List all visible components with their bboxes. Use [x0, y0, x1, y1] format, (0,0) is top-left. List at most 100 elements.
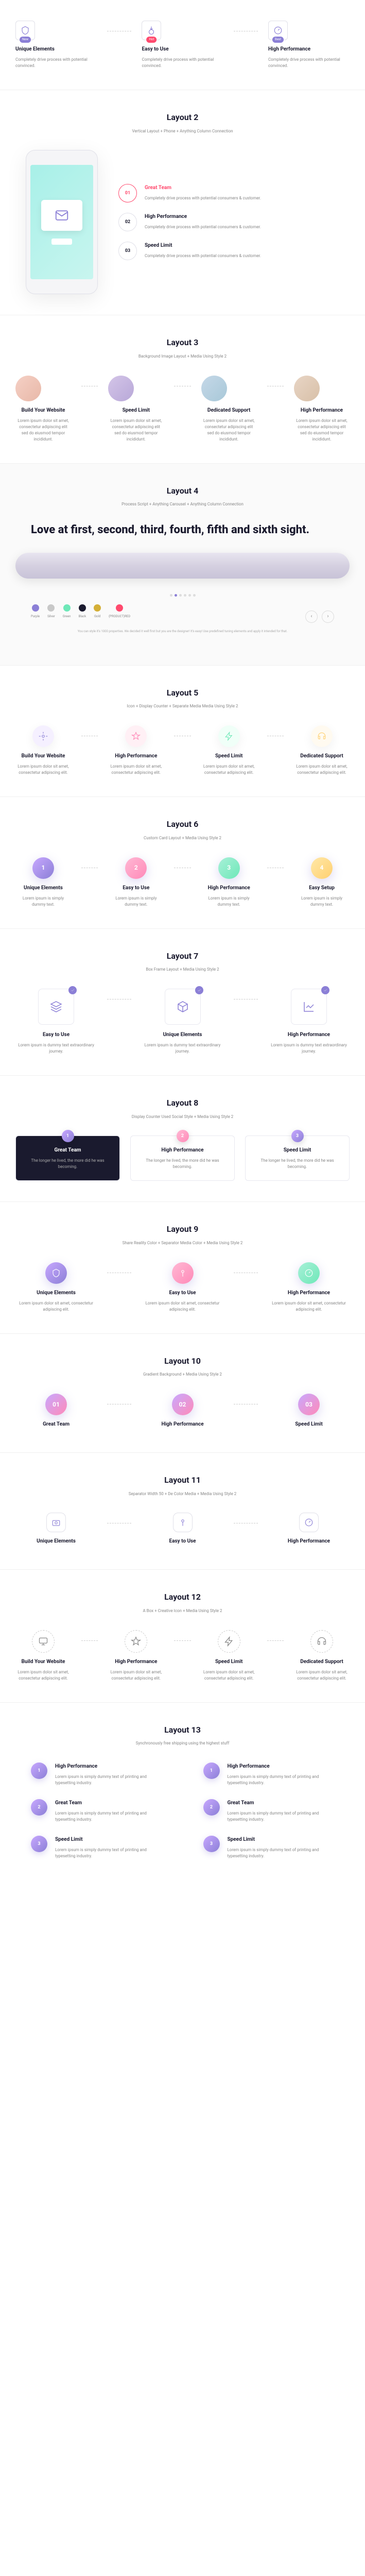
section-title: Layout 8	[15, 1096, 350, 1110]
color-option[interactable]: Green	[63, 604, 71, 619]
feature-title: Build Your Website	[15, 1658, 71, 1666]
feature-desc: Completely drive process with potential …	[268, 57, 350, 69]
headset-icon	[310, 1630, 333, 1653]
feature-title: Unique Elements	[15, 884, 71, 892]
page-dot[interactable]	[170, 594, 172, 597]
step-title: Speed Limit	[145, 242, 339, 250]
section-title: Layout 12	[15, 1590, 350, 1604]
color-option[interactable]: Silver	[47, 604, 55, 619]
step-desc: Lorem ipsum is simply dummy text of prin…	[55, 1847, 162, 1859]
feature-desc: Lorem ipsum dolor sit amet, consectetur …	[294, 764, 350, 776]
feature-item: Best High Performance Completely drive p…	[268, 21, 350, 69]
feature-card: 2High PerformanceThe longer he lived, th…	[130, 1136, 235, 1181]
feature-title: Unique Elements	[15, 1537, 97, 1546]
tap-icon: Hot	[142, 21, 161, 40]
section-subtitle: Box Frame Layout + Media Using Style 2	[15, 967, 350, 973]
step-desc: Completely drive process with potential …	[145, 195, 339, 201]
page-dot[interactable]	[188, 594, 191, 597]
cube-icon	[165, 989, 201, 1025]
feature-item: High Performance Lorem ipsum dolor sit am…	[108, 1630, 164, 1682]
feature-title: Easy Setup	[294, 884, 350, 892]
feature-item: 2Easy to UseLorem ipsum is simply dummy …	[108, 857, 164, 908]
color-option[interactable]: (PRODUCT)RED	[109, 604, 130, 619]
layout1-section: New Unique Elements Completely drive pro…	[0, 0, 365, 90]
feature-item: Speed Limit Lorem ipsum dolor sit amet, c…	[201, 725, 257, 776]
page-dot[interactable]	[193, 594, 196, 597]
feature-desc: Completely drive process with potential …	[142, 57, 223, 69]
step-title: Great Team	[55, 1799, 162, 1807]
color-option[interactable]: Purple	[31, 604, 40, 619]
phone-button	[51, 239, 72, 245]
feature-desc: The longer he lived, the more did he was…	[253, 1158, 341, 1170]
feature-desc: Lorem ipsum dolor sit amet, consectetur …	[15, 764, 71, 776]
feature-title: Great Team	[15, 1420, 97, 1429]
feature-item: Unique ElementsLorem ipsum dolor sit ame…	[15, 1262, 97, 1313]
step-circle: 1	[32, 857, 54, 879]
step-title: High Performance	[145, 213, 339, 221]
feature-title: Dedicated Support	[294, 1658, 350, 1666]
layout13-section: Layout 13 Synchronously free shipping us…	[0, 1702, 365, 1893]
step-badge: 1	[62, 1130, 74, 1142]
step-desc: Lorem ipsum is simply dummy text of prin…	[55, 1774, 162, 1786]
step-circle: 4	[311, 857, 333, 879]
feature-title: Unique Elements	[142, 1031, 223, 1039]
feature-desc: Lorem ipsum is dummy text extraordinary …	[142, 1042, 223, 1055]
next-button[interactable]: ›	[322, 611, 334, 623]
layout5-section: Layout 5 Icon + Display Counter + Separa…	[0, 665, 365, 796]
feature-title: High Performance	[108, 1658, 164, 1666]
step-title: Great Team	[145, 184, 339, 192]
phone-mockup	[26, 150, 98, 294]
step-item: 01 Great Team Completely drive process wi…	[118, 184, 339, 202]
bolt-icon	[218, 725, 240, 747]
feature-desc: Lorem ipsum dolor sit amet, consectetur …	[108, 1669, 164, 1682]
color-picker: Purple Silver Green Black Gold (PRODUCT)…	[15, 604, 146, 619]
step-number: 01	[118, 184, 137, 202]
step-circle: 03	[298, 1394, 320, 1415]
feature-title: High Performance	[138, 1146, 227, 1155]
avatar	[201, 376, 227, 401]
step-circle: 3	[218, 857, 240, 879]
feature-item: Dedicated Support Lorem ipsum dolor sit a…	[294, 725, 350, 776]
feature-item: New Unique Elements Completely drive pro…	[15, 21, 97, 69]
section-subtitle: Background Image Layout + Media Using St…	[15, 353, 350, 360]
step-circle: 02	[172, 1394, 194, 1415]
headset-icon	[311, 725, 333, 747]
section-subtitle: A Box + Creative Icon + Media Using Styl…	[15, 1608, 350, 1615]
page-dot-active[interactable]	[175, 594, 177, 597]
feature-title: High Performance	[142, 1420, 223, 1429]
layers-icon	[38, 989, 74, 1025]
feature-desc: Lorem ipsum dolor sit amet, consectetur …	[201, 764, 257, 776]
layout2-section: Layout 2 Vertical Layout + Phone + Anyth…	[0, 90, 365, 315]
section-title: Layout 3	[15, 336, 350, 349]
speedometer-icon	[299, 1513, 319, 1532]
step-title: Speed Limit	[228, 1836, 335, 1844]
layout6-section: Layout 6 Custom Card Layout + Media Usin…	[0, 796, 365, 928]
step-circle: 01	[45, 1394, 67, 1415]
connector-line	[81, 1640, 98, 1641]
feature-desc: Lorem ipsum dolor sit amet, consectetur …	[201, 1669, 257, 1682]
feature-title: Speed Limit	[268, 1420, 350, 1429]
section-title: Layout 10	[15, 1354, 350, 1368]
feature-title: High Performance	[268, 1031, 350, 1039]
feature-desc: Lorem ipsum dolor sit amet, consectetur …	[268, 1300, 350, 1313]
feature-item: High Performance	[268, 1513, 350, 1549]
section-subtitle: Icon + Display Counter + Separate Media …	[15, 703, 350, 710]
feature-title: Dedicated Support	[294, 752, 350, 760]
monitor-icon	[32, 1630, 55, 1653]
page-dot[interactable]	[184, 594, 186, 597]
prev-button[interactable]: ‹	[305, 611, 318, 623]
section-title: Layout 4	[15, 484, 350, 498]
feature-desc: Lorem ipsum is dummy text extraordinary …	[268, 1042, 350, 1055]
feature-title: Speed Limit	[201, 752, 257, 760]
color-option[interactable]: Black	[78, 604, 86, 619]
feature-card: 3Speed LimitThe longer he lived, the mor…	[245, 1136, 350, 1181]
color-option[interactable]: Gold	[94, 604, 101, 619]
step-item: 1High PerformanceLorem ipsum is simply d…	[203, 1762, 335, 1786]
step-number: 2	[31, 1799, 47, 1816]
shield-icon: New	[15, 21, 35, 40]
section-subtitle: Gradient Background + Media Using Style …	[15, 1371, 350, 1378]
phone-side-view	[15, 553, 350, 579]
page-dot[interactable]	[179, 594, 182, 597]
step-number: 3	[203, 1836, 220, 1852]
feature-desc: Lorem ipsum dolor sit amet, consectetur …	[294, 418, 350, 443]
